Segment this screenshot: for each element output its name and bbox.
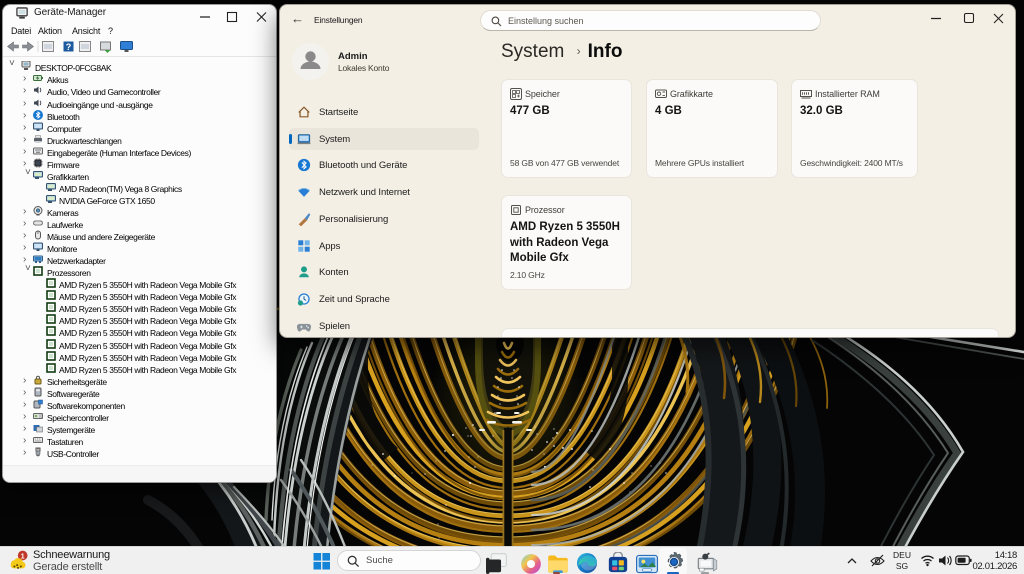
svg-text:1: 1 xyxy=(21,553,25,560)
